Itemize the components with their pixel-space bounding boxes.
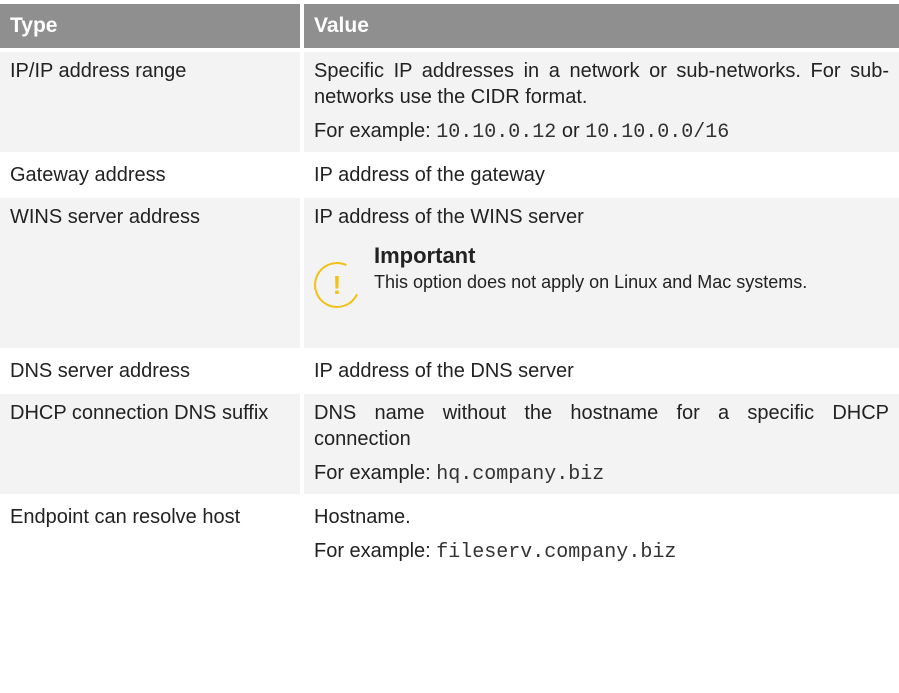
- table-row: WINS server address IP address of the WI…: [0, 194, 899, 348]
- example-or: or: [561, 120, 580, 142]
- header-type: Type: [0, 0, 300, 48]
- example-code: fileserv.company.biz: [436, 541, 677, 564]
- example-prefix: For example:: [314, 462, 431, 484]
- options-table: Type Value IP/IP address range Specific …: [0, 0, 899, 572]
- type-cell: Endpoint can resolve host: [0, 494, 300, 572]
- example-code: hq.company.biz: [436, 463, 605, 486]
- example-code: 10.10.0.0/16: [585, 121, 730, 144]
- example-line: For example: hq.company.biz: [314, 460, 889, 488]
- example-line: For example: 10.10.0.12 or 10.10.0.0/16: [314, 118, 889, 146]
- exclamation-glyph: !: [332, 270, 342, 300]
- table-row: Endpoint can resolve host Hostname. For …: [0, 494, 899, 572]
- example-prefix: For example:: [314, 120, 431, 142]
- value-text: IP address of the WINS server: [314, 206, 584, 228]
- example-code: 10.10.0.12: [436, 121, 557, 144]
- table-row: DNS server address IP address of the DNS…: [0, 348, 899, 390]
- type-cell: IP/IP address range: [0, 48, 300, 152]
- table-row: Gateway address IP address of the gatewa…: [0, 152, 899, 194]
- value-text: DNS name without the hostname for a spec…: [314, 402, 889, 450]
- type-cell: DHCP connection DNS suffix: [0, 390, 300, 494]
- value-cell: Hostname. For example: fileserv.company.…: [300, 494, 899, 572]
- important-note: ! Important This option does not apply o…: [307, 242, 889, 316]
- value-cell: IP address of the DNS server: [300, 348, 899, 390]
- note-text: This option does not apply on Linux and …: [374, 272, 808, 292]
- value-cell: Specific IP addresses in a network or su…: [300, 48, 899, 152]
- table-header-row: Type Value: [0, 0, 899, 48]
- note-title: Important: [374, 243, 476, 268]
- value-text: Hostname.: [314, 506, 411, 528]
- type-cell: Gateway address: [0, 152, 300, 194]
- table-row: DHCP connection DNS suffix DNS name with…: [0, 390, 899, 494]
- value-cell: IP address of the gateway: [300, 152, 899, 194]
- type-cell: DNS server address: [0, 348, 300, 390]
- example-prefix: For example:: [314, 540, 431, 562]
- value-cell: DNS name without the hostname for a spec…: [300, 390, 899, 494]
- value-cell: IP address of the WINS server ! Importan…: [300, 194, 899, 348]
- example-line: For example: fileserv.company.biz: [314, 538, 889, 566]
- value-text: Specific IP addresses in a network or su…: [314, 60, 889, 108]
- table-row: IP/IP address range Specific IP addresse…: [0, 48, 899, 152]
- type-cell: WINS server address: [0, 194, 300, 348]
- header-value: Value: [300, 0, 899, 48]
